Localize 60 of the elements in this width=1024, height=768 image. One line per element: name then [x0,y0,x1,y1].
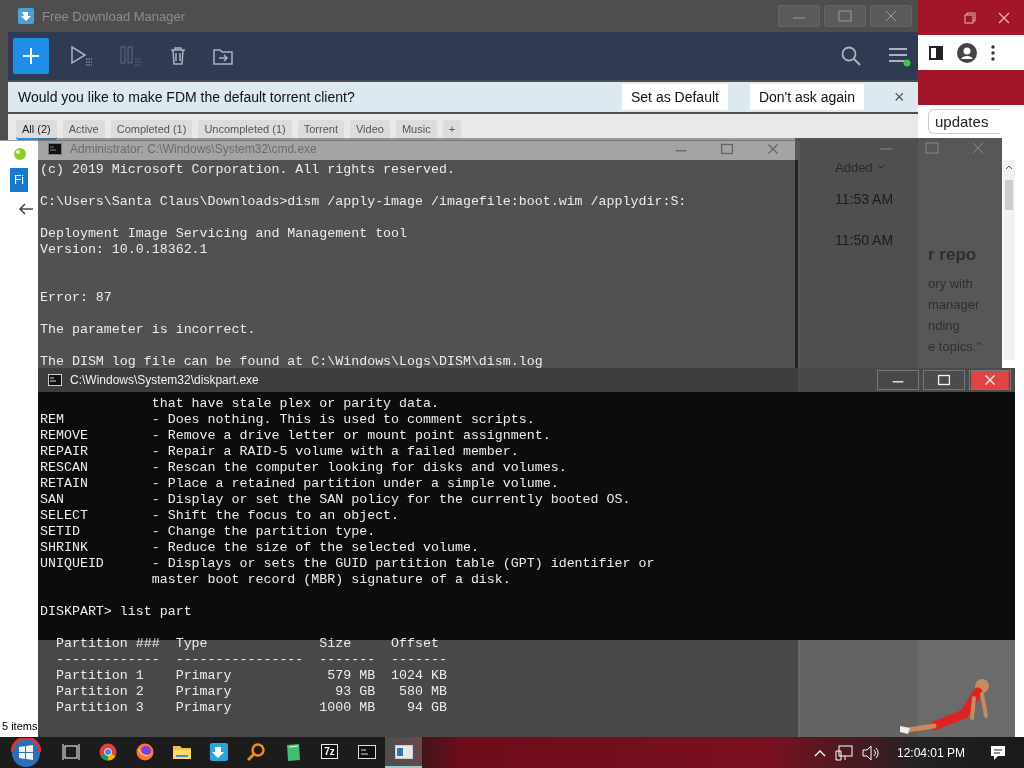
firefox-icon [135,742,154,761]
filter-tab[interactable]: All (2) [16,120,57,140]
plus-icon [22,47,40,65]
banner-button[interactable]: Don't ask again [749,84,864,110]
task-view-icon [61,743,80,760]
menu-icon[interactable] [887,45,911,67]
filter-tab[interactable]: + [442,120,462,140]
status-text: 5 items [2,720,38,732]
filter-tab[interactable]: Video [350,120,390,140]
console-icon [48,143,62,155]
add-button[interactable] [13,38,49,74]
banner-message: Would you like to make FDM the default torrent client? [18,89,356,105]
filter-tab[interactable]: Music [395,120,437,140]
folder-icon [172,743,191,760]
download-app-icon [209,742,228,761]
console-icon [357,744,376,759]
window-title: C:\Windows\System32\diskpart.exe [70,373,260,387]
folder-arrow-icon[interactable] [213,47,233,65]
ribbon-tab[interactable]: Fi [10,167,28,192]
profile-icon[interactable] [957,42,977,63]
close-icon[interactable] [998,11,1010,24]
banner-button[interactable]: Set as Default [622,84,728,110]
start-orb-icon [11,737,41,768]
play-icon[interactable] [69,45,93,67]
clock-text[interactable]: 12:04:01 PM [896,745,965,760]
search-icon[interactable] [841,46,861,66]
network-icon[interactable] [834,744,853,761]
trash-icon[interactable] [169,46,187,66]
magnifier-icon [246,742,265,761]
taskbar-app[interactable] [385,737,422,768]
app-logo-icon [18,8,34,24]
sidebar-icon[interactable] [929,45,943,60]
window-icon [394,744,413,759]
taskbar-app[interactable]: 7z [311,737,348,768]
console-output: that have stale plex or parity data. REM - Does nothing. This is used to comment scripts. REMOVE - Remove a drive letter or mount point assignment. REPAIR - Repair a RAID-5 volume with a failed member. RESCAN - Rescan the computer looking for disks and volumes. RETAIN - Place a retained partition under a simple volume. SAN - Display or set the SAN policy for the currently booted OS. SELECT - Shift the focus to an object. SETID - Change the partition type. SHRINK - Reduce the size of the selected volume. UNIQUEID - Displays or sets the GUID partition table (GPT) identifier or master boot record (MBR) signature of a disk. DISKPART> list part Partition ### Type Size Offset ------------- ---------------- ------- ------- Partition 1 Primary 579 MB 1024 KB Partition 2 Primary 93 GB 580 MB Partition 3 Primary 1000 MB 94 GB [40,396,655,716]
updates-button[interactable]: updates [928,109,1001,134]
archive-icon: 7z [321,744,338,759]
maximize-icon[interactable] [923,370,965,390]
filter-tab[interactable]: Completed (1) [110,120,193,140]
back-arrow-icon[interactable] [18,202,34,216]
window-title: Administrator: C:\Windows\System32\cmd.exe [70,142,318,156]
notebook-icon [284,742,301,761]
more-icon[interactable] [991,44,995,61]
notification-icon[interactable] [990,744,1006,761]
close-button[interactable]: × [888,85,908,109]
ball-icon [13,146,27,161]
filter-tab[interactable]: Uncompleted (1) [198,120,292,140]
minimize-icon[interactable] [877,370,919,390]
volume-icon[interactable] [861,744,880,761]
filter-tab[interactable]: Active [62,120,105,140]
window-title: Free Download Manager [42,8,187,24]
pause-icon [119,45,143,67]
sort-caret-icon [876,164,885,170]
close-icon[interactable] [969,370,1011,390]
chrome-icon [98,742,117,761]
console-icon [48,374,62,386]
chevron-up-icon[interactable] [813,748,826,757]
console-output: (c) 2019 Microsoft Corporation. All rights reserved. C:\Users\Santa Claus\Downloads>dism /apply-image /imagefile:boot.wim /applydir:S: Deployment Image Servicing and Management tool Version: 10.0.18362.1 Error: 87 The parameter is incorrect. The DISM log file can be found at C:\Windows\Logs\DISM\dism.log [40,162,687,370]
filter-tab[interactable]: Torrent [297,120,344,140]
restore-icon[interactable] [964,11,976,24]
